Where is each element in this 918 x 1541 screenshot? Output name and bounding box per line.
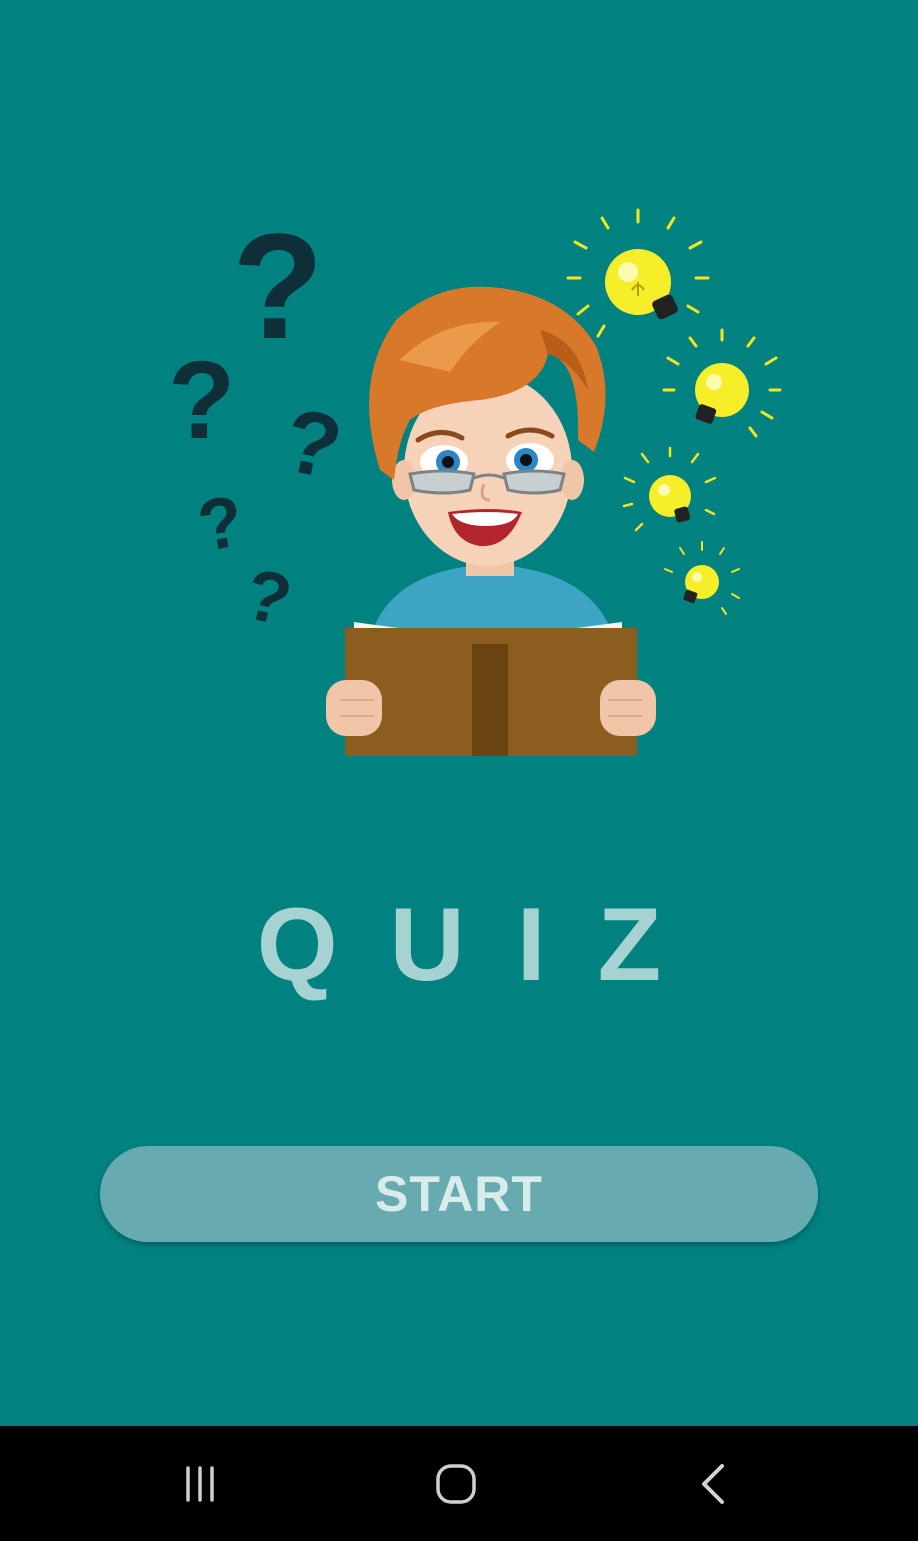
question-mark-icon: ?	[168, 339, 235, 462]
lightbulb-icon	[662, 328, 782, 438]
home-button[interactable]	[396, 1426, 516, 1541]
teacher-illustration: ? ? ? ? ?	[168, 202, 782, 756]
question-marks: ? ? ? ? ?	[168, 202, 350, 642]
teacher-figure	[326, 286, 656, 756]
question-mark-icon: ?	[237, 554, 299, 642]
lightbulb-icon	[622, 446, 717, 532]
recent-apps-button[interactable]	[140, 1426, 260, 1541]
home-icon	[436, 1463, 476, 1504]
question-mark-icon: ?	[275, 390, 350, 499]
back-icon	[702, 1463, 724, 1504]
question-mark-icon: ?	[232, 202, 324, 370]
start-button[interactable]: START	[100, 1146, 818, 1242]
question-mark-icon: ?	[192, 481, 249, 567]
lightbulb-icon	[664, 541, 740, 615]
lightbulb-icon	[566, 208, 710, 338]
quiz-start-screen: ? ? ? ? ? QUIZ START	[0, 0, 918, 1426]
app-title: QUIZ	[256, 887, 714, 1003]
system-navigation-bar	[0, 1426, 918, 1541]
recent-apps-icon	[186, 1465, 214, 1502]
back-button[interactable]	[654, 1426, 774, 1541]
